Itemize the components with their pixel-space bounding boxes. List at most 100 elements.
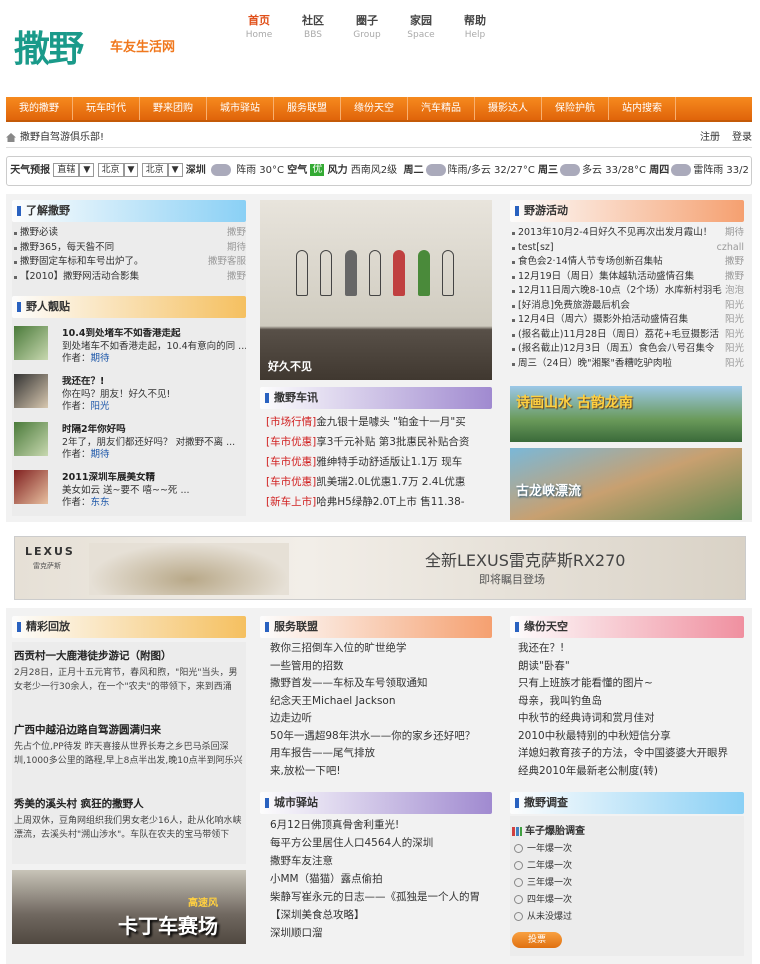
list-item[interactable]: 柴静写崔永元的日志——《孤独是一个人的胃 — [262, 888, 492, 906]
list-item[interactable]: 6月12日佛顶真骨舍利重光! — [262, 816, 492, 834]
list-item[interactable]: 中秋节的经典诗词和赏月佳对 — [510, 710, 744, 728]
login-link[interactable]: 登录 — [732, 128, 752, 148]
nav-item[interactable]: 我的撒野 — [6, 97, 73, 120]
avatar[interactable] — [14, 326, 48, 360]
topnav-help[interactable]: 帮助 Help — [448, 14, 502, 42]
nav-item[interactable]: 服务联盟 — [274, 97, 341, 120]
list-item[interactable]: 小MM（猫猫）露点偷拍 — [262, 870, 492, 888]
topnav-home[interactable]: 首页 Home — [232, 14, 286, 42]
article-title[interactable]: 广西中越沿边路自驾游圆满归来 — [14, 722, 161, 737]
post-item[interactable]: 我还在？! 你在吗？朋友！好久不见! 作者：阳光 — [62, 376, 246, 414]
list-item[interactable]: 食色会2·14情人节专场创新召集帖 撒野 — [510, 255, 744, 270]
ad-banner[interactable]: LEXUS 雷克萨斯 全新LEXUS雷克萨斯RX270 即将瞩目登场 — [14, 536, 746, 600]
nav-item[interactable]: 摄影达人 — [475, 97, 542, 120]
list-item[interactable]: 一些管用的招数 — [262, 658, 492, 676]
list-item[interactable]: (报名截止)12月3日（周五）食色会八号召集令 阳光 — [510, 342, 744, 357]
day-label: 周四 — [649, 165, 670, 176]
list-item[interactable]: 只有上班族才能看懂的图片~ — [510, 675, 744, 693]
article-title[interactable]: 西贡村一大鹿港徒步游记（附图） — [14, 648, 172, 663]
list-item[interactable]: 撒野固定车标和车号出炉了。 撒野客服 — [12, 255, 246, 270]
list-item[interactable]: 教你三招倒车入位的旷世绝学 — [262, 640, 492, 658]
nav-item[interactable]: 野来团购 — [140, 97, 207, 120]
banner-headline: 全新LEXUS雷克萨斯RX270 — [425, 551, 626, 570]
dropdown-arrow-icon[interactable]: ▼ — [167, 163, 183, 177]
left-column: 了解撒野 撒野必读 撒野 撒野365，每天昝不同 期待 撒野固定车标和车号出炉了。撒… — [12, 200, 246, 516]
featured-photo[interactable]: 好久不见 — [260, 200, 492, 380]
list-item[interactable]: 12月11日周六晚8-10点（2个场）水库新村羽毛 泡泡 — [510, 284, 744, 299]
avatar[interactable] — [14, 470, 48, 504]
list-item[interactable]: 撒野365，每天昝不同 期待 — [12, 241, 246, 256]
dropdown-arrow-icon[interactable]: ▼ — [123, 163, 139, 177]
nav-item[interactable]: 站内搜索 — [609, 97, 676, 120]
nav-item[interactable]: 城市驿站 — [207, 97, 274, 120]
list-item[interactable]: 撒野必读 撒野 — [12, 226, 246, 241]
list-item[interactable]: 纪念天王Michael Jackson — [262, 693, 492, 711]
day-label: 周二 — [403, 165, 424, 176]
nav-item[interactable]: 玩车时代 — [73, 97, 140, 120]
logo-main: 撒野 — [14, 29, 84, 70]
list-item[interactable]: 深圳顺口溜 — [262, 924, 492, 942]
list-item[interactable]: 经典2010年最新老公制度(转) — [510, 763, 744, 781]
list-item[interactable]: 撒野首发——车标及车号领取通知 — [262, 675, 492, 693]
vote-button[interactable]: 投票 — [512, 932, 562, 948]
nav-item[interactable]: 缘份天空 — [341, 97, 408, 120]
list-item[interactable]: 周三（24日）晚"湘聚"香糟吃驴肉啦 阳光 — [510, 357, 744, 372]
list-item[interactable]: 我还在？! — [510, 640, 744, 658]
avatar[interactable] — [14, 374, 48, 408]
survey-option[interactable]: 三年爆一次 — [514, 876, 572, 890]
list-item[interactable]: 2013年10月2-4日好久不见再次出发月霞山！ 期待 — [510, 226, 744, 241]
list-item[interactable]: 每平方公里居住人口4564人的深圳 — [262, 834, 492, 852]
promo-image[interactable]: 古龙峡漂流 — [510, 448, 742, 520]
post-item[interactable]: 时隔2年你好吗 2年了，朋友们都还好吗？ 对撒野不离 ... 作者：期待 — [62, 424, 246, 462]
list-item[interactable]: 洋媳妇教育孩子的方法，令中国婆婆大开眼界 — [510, 745, 744, 763]
home-icon[interactable] — [6, 133, 16, 142]
district-select[interactable]: 北京 — [141, 163, 168, 177]
list-item[interactable]: 朗读"卧春" — [510, 658, 744, 676]
register-link[interactable]: 注册 — [700, 128, 720, 148]
list-item[interactable]: 撒野车友注意 — [262, 852, 492, 870]
site-logo[interactable]: 撒野 车友生活网 — [14, 24, 200, 80]
list-item[interactable]: 2010中秋最特别的中秋短信分享 — [510, 728, 744, 746]
survey-option[interactable]: 二年爆一次 — [514, 859, 572, 873]
nav-item[interactable]: 汽车精品 — [408, 97, 475, 120]
section-title: 野人靓贴 — [12, 296, 246, 318]
article-title[interactable]: 秀美的溪头村 疯狂的撒野人 — [14, 796, 144, 811]
list-item[interactable]: 边走边听 — [262, 710, 492, 728]
news-item[interactable]: [新车上市]哈弗H5绿静2.0T上市 售11.38- — [266, 492, 492, 512]
section-title: 撒野车讯 — [260, 387, 492, 409]
list-item[interactable]: [好消息]免费旅游最后机会 阳光 — [510, 299, 744, 314]
survey-option[interactable]: 一年爆一次 — [514, 842, 572, 856]
kart-image[interactable]: 高速风 卡丁车赛场 — [12, 870, 246, 944]
province-select[interactable]: 直辖 — [53, 163, 80, 177]
news-item[interactable]: [车市优惠]雅绅特手动舒适版让1.1万 现车 — [266, 452, 492, 472]
weather-label: 天气预报 — [10, 165, 51, 176]
chart-icon — [512, 826, 522, 836]
list-item[interactable]: 母亲，我叫钓鱼岛 — [510, 693, 744, 711]
list-item[interactable]: 来,放松一下吧! — [262, 763, 492, 781]
list-item[interactable]: 12月19日（周日）集体越轨活动盛情召集 撒野 — [510, 270, 744, 285]
nav-item[interactable]: 保险护航 — [542, 97, 609, 120]
news-item[interactable]: [车市优惠]享3千元补贴 第3批惠民补贴合资 — [266, 432, 492, 452]
survey-option[interactable]: 从未没爆过 — [514, 910, 572, 924]
dropdown-arrow-icon[interactable]: ▼ — [79, 163, 95, 177]
city-select[interactable]: 北京 — [97, 163, 124, 177]
list-item[interactable]: 【2010】撒野网活动合影集 撒野 — [12, 270, 246, 285]
weather-day: 阵雨/多云 32/27°C — [447, 165, 535, 176]
post-item[interactable]: 2011深圳车展美女精 美女如云 送~要不 嘻~~死 ... 作者：东东 — [62, 472, 246, 510]
survey-question: 车子爆胎调查 — [512, 822, 585, 837]
list-item[interactable]: test[sz] czhall — [510, 241, 744, 256]
survey-option[interactable]: 四年爆一次 — [514, 893, 572, 907]
list-item[interactable]: 用车报告——尾气排放 — [262, 745, 492, 763]
topnav-space[interactable]: 家园 Space — [394, 14, 448, 42]
news-item[interactable]: [市场行情]金九银十是噱头 "铂金十一月"买 — [266, 412, 492, 432]
list-item[interactable]: 【深圳美食总攻略】 — [262, 906, 492, 924]
topnav-group[interactable]: 圈子 Group — [340, 14, 394, 42]
promo-image[interactable]: 诗画山水 古韵龙南 — [510, 386, 742, 442]
topnav-bbs[interactable]: 社区 BBS — [286, 14, 340, 42]
list-item[interactable]: 50年一遇超98年洪水——你的家乡还好吧？ — [262, 728, 492, 746]
post-item[interactable]: 10.4到处堵车不如香港走起 到处堵车不如香港走起，10.4有意向的同 ... 作… — [62, 328, 246, 366]
news-item[interactable]: [车市优惠]凯美瑞2.0L优惠1.7万 2.4L优惠 — [266, 472, 492, 492]
avatar[interactable] — [14, 422, 48, 456]
list-item[interactable]: (报名截止)11月28日（周日）荔花+毛豆摄影活 阳光 — [510, 328, 744, 343]
list-item[interactable]: 12月4日（周六）摄影外拍活动盛情召集 阳光 — [510, 313, 744, 328]
